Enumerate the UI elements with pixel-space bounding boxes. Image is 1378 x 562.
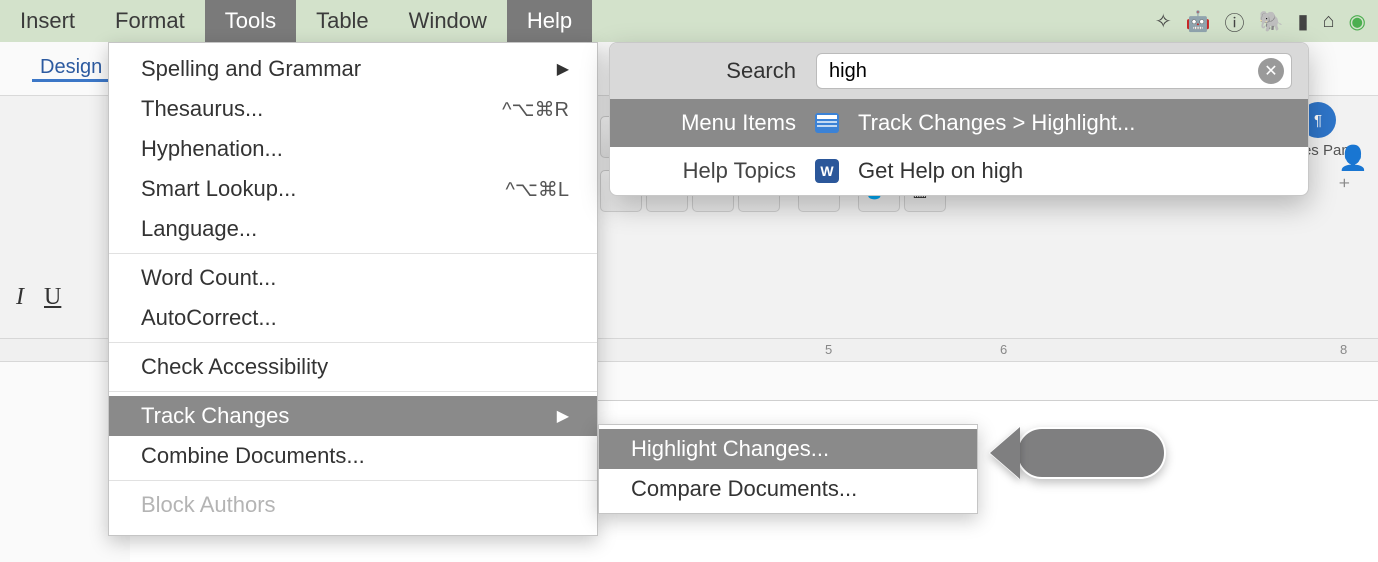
svg-text:W: W: [820, 163, 834, 179]
tools-smart-lookup[interactable]: Smart Lookup...^⌥⌘L: [109, 169, 597, 209]
separator: [109, 253, 597, 254]
dropbox-icon[interactable]: ✧: [1155, 9, 1172, 34]
menu-help[interactable]: Help: [507, 0, 592, 42]
tools-accessibility[interactable]: Check Accessibility: [109, 347, 597, 387]
robot-icon[interactable]: 🤖: [1186, 9, 1211, 34]
ruler-tick: 8: [1340, 342, 1347, 357]
help-category-label: Menu Items: [626, 110, 796, 136]
status-icons: ✧ 🤖 ⓘ 🐘 ▮ ⌂ ◉: [1155, 0, 1378, 42]
help-result-menu-item[interactable]: Menu Items Track Changes > Highlight...: [610, 99, 1308, 147]
tools-block-authors: Block Authors: [109, 485, 597, 525]
separator: [109, 342, 597, 343]
tools-word-count[interactable]: Word Count...: [109, 258, 597, 298]
callout-pointer: [990, 424, 1180, 482]
clear-search-icon[interactable]: ✕: [1258, 58, 1284, 84]
finder-icon: [814, 110, 840, 136]
word-icon: W: [814, 158, 840, 184]
help-result-topic[interactable]: Help Topics W Get Help on high: [610, 147, 1308, 195]
add-user-icon[interactable]: 👤⁺: [1338, 156, 1372, 190]
tools-combine-documents[interactable]: Combine Documents...: [109, 436, 597, 476]
underline-button[interactable]: U: [44, 284, 61, 311]
tools-spelling[interactable]: Spelling and Grammar▶: [109, 49, 597, 89]
tools-autocorrect[interactable]: AutoCorrect...: [109, 298, 597, 338]
format-row: I U: [16, 284, 61, 311]
info-icon[interactable]: ⓘ: [1225, 7, 1245, 36]
help-search-input[interactable]: [816, 53, 1292, 89]
help-result-text: Track Changes > Highlight...: [858, 110, 1292, 136]
submenu-highlight-changes[interactable]: Highlight Changes...: [599, 429, 977, 469]
menu-format[interactable]: Format: [95, 0, 205, 42]
tools-track-changes[interactable]: Track Changes▶: [109, 396, 597, 436]
menu-table[interactable]: Table: [296, 0, 389, 42]
menu-tools[interactable]: Tools: [205, 0, 296, 42]
submenu-arrow-icon: ▶: [557, 59, 569, 79]
tools-dropdown: Spelling and Grammar▶ Thesaurus...^⌥⌘R H…: [108, 42, 598, 536]
submenu-compare-documents[interactable]: Compare Documents...: [599, 469, 977, 509]
help-search-label: Search: [626, 58, 796, 84]
help-panel: Search ✕ Menu Items Track Changes > High…: [609, 42, 1309, 196]
help-category-label: Help Topics: [626, 158, 796, 184]
battery-icon[interactable]: ▮: [1297, 9, 1308, 34]
tools-thesaurus[interactable]: Thesaurus...^⌥⌘R: [109, 89, 597, 129]
menu-window[interactable]: Window: [389, 0, 507, 42]
menubar: Insert Format Tools Table Window Help ✧ …: [0, 0, 1378, 42]
submenu-arrow-icon: ▶: [557, 406, 569, 426]
evernote-icon[interactable]: 🐘: [1259, 9, 1284, 34]
ruler-tick: 6: [1000, 342, 1007, 357]
separator: [109, 480, 597, 481]
tab-design[interactable]: Design: [32, 56, 110, 82]
track-changes-submenu: Highlight Changes... Compare Documents..…: [598, 424, 978, 514]
home-icon[interactable]: ⌂: [1322, 10, 1334, 33]
menu-insert[interactable]: Insert: [0, 0, 95, 42]
tools-language[interactable]: Language...: [109, 209, 597, 249]
shield-icon[interactable]: ◉: [1349, 9, 1366, 34]
help-search-row: Search ✕: [610, 43, 1308, 99]
help-result-text: Get Help on high: [858, 158, 1292, 184]
ruler-tick: 5: [825, 342, 832, 357]
separator: [109, 391, 597, 392]
tools-hyphenation[interactable]: Hyphenation...: [109, 129, 597, 169]
italic-button[interactable]: I: [16, 284, 24, 311]
